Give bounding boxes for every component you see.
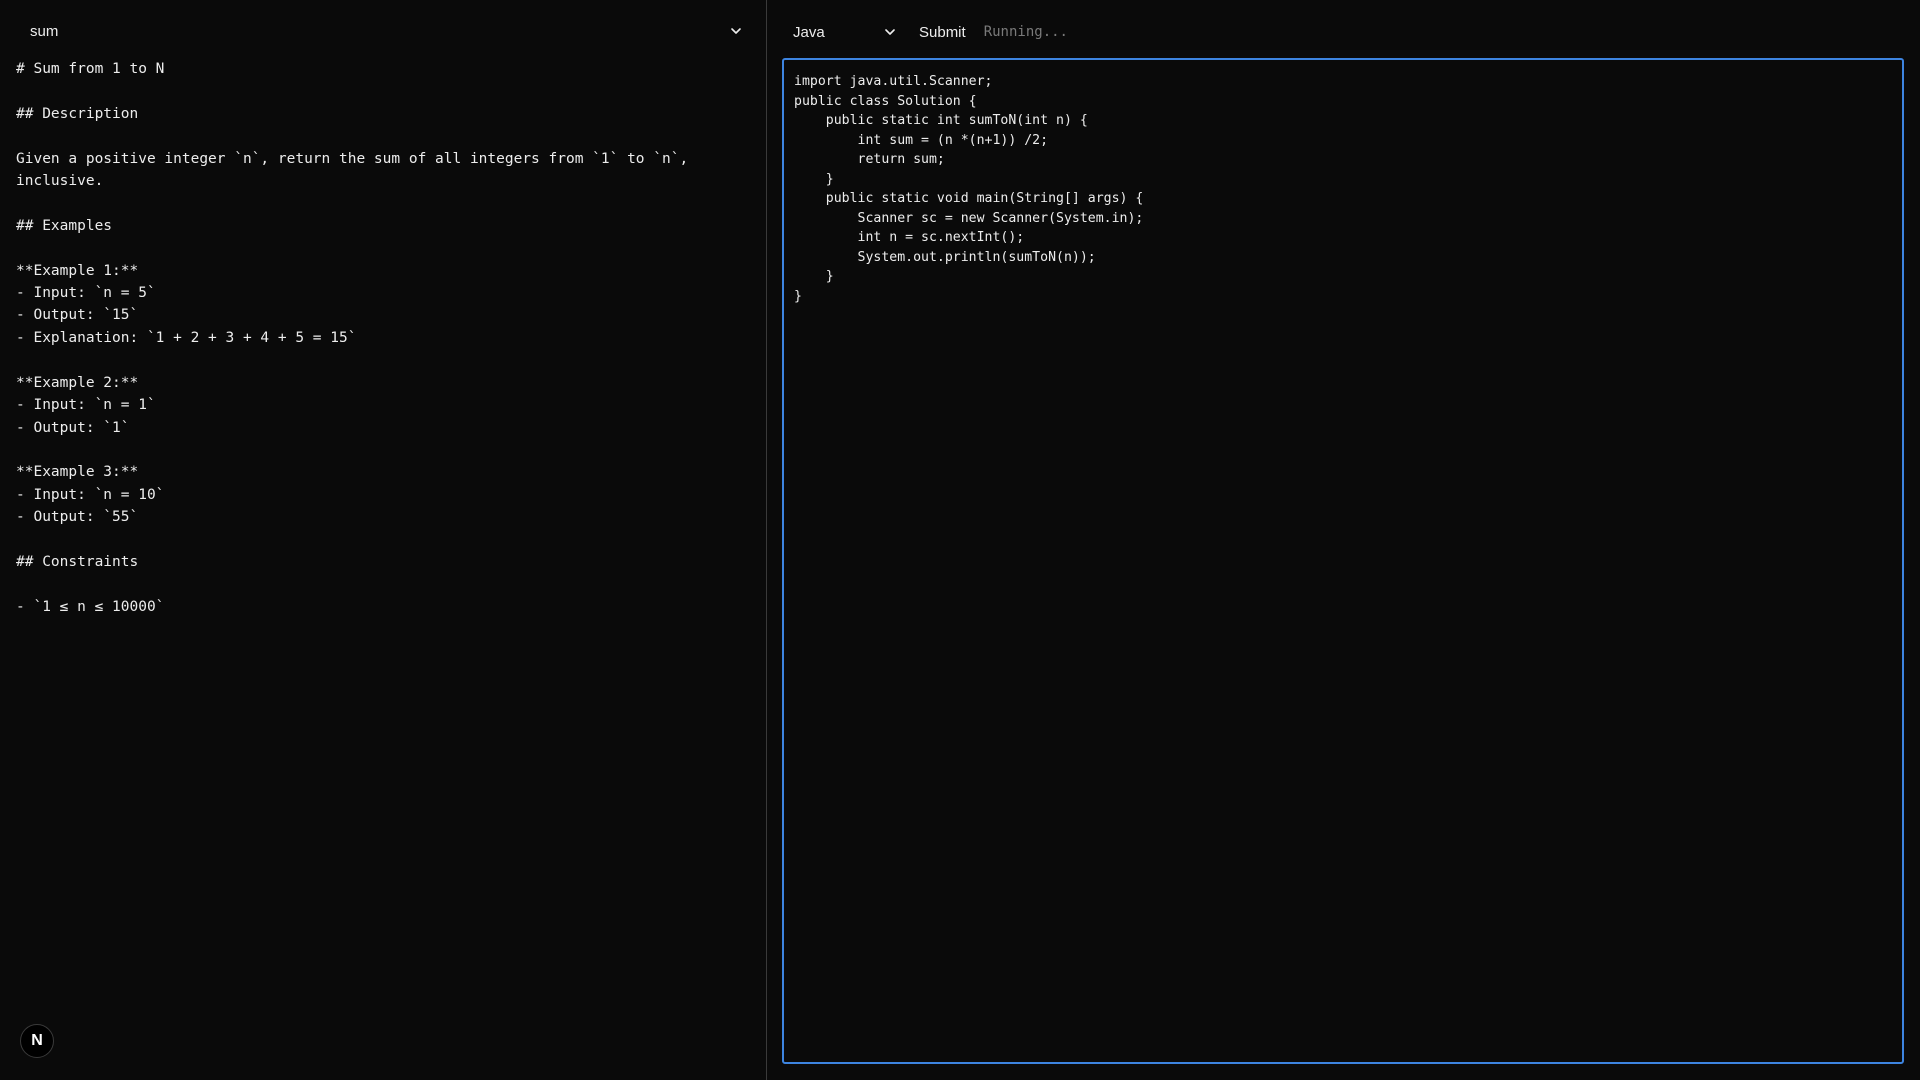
chevron-down-icon [729,24,743,38]
submit-button[interactable]: Submit [913,20,972,45]
problem-description: # Sum from 1 to N ## Description Given a… [16,61,689,615]
editor-toolbar: Java Submit Running... [781,16,1068,48]
problem-panel: sum # Sum from 1 to N ## Description Giv… [0,0,767,1080]
code-editor[interactable]: import java.util.Scanner; public class S… [782,58,1904,1064]
logo-icon[interactable]: N [20,1024,54,1058]
app-root: sum # Sum from 1 to N ## Description Giv… [0,0,1920,1080]
logo-letter: N [31,1032,43,1049]
chevron-down-icon [883,25,897,39]
language-select[interactable]: Java [781,16,903,48]
run-status: Running... [983,24,1068,40]
language-select-value: Java [793,23,825,41]
editor-panel: Java Submit Running... import java.util.… [767,0,1920,1080]
problem-select[interactable]: sum [16,16,751,46]
problem-select-value: sum [30,22,59,40]
